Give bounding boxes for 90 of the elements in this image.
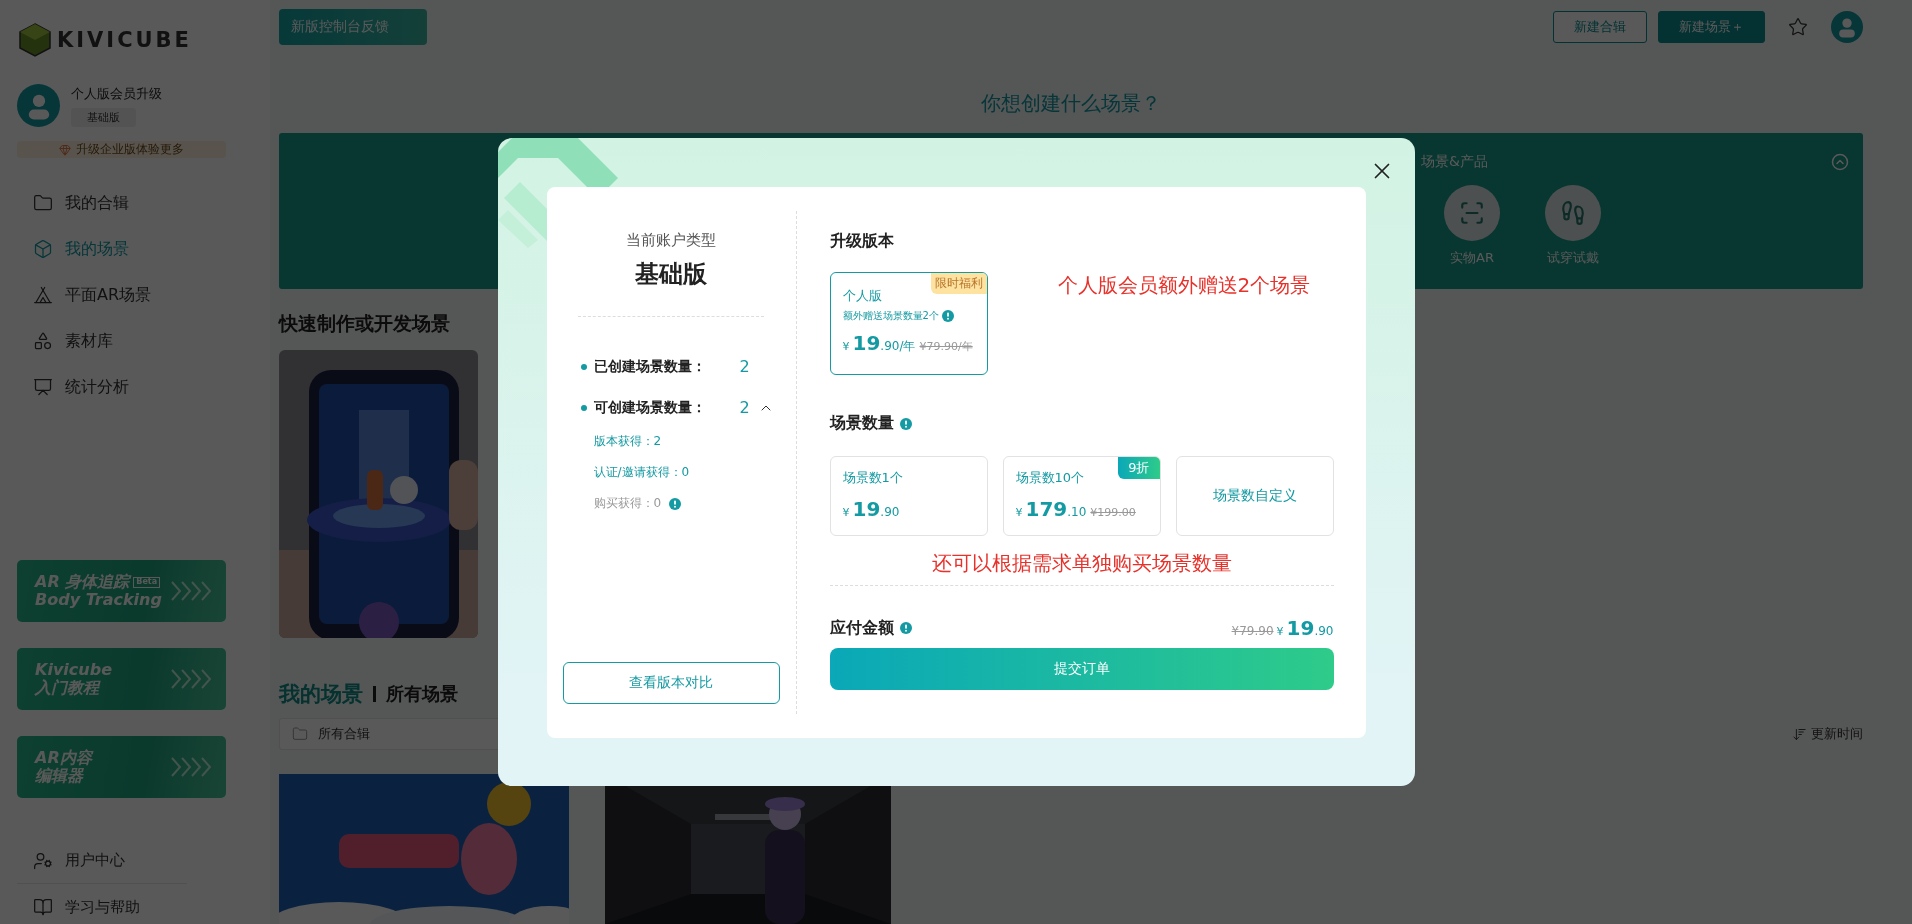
bullet-icon bbox=[580, 363, 587, 370]
footer-item[interactable]: 学习与帮助 bbox=[17, 884, 187, 924]
tab[interactable]: 所有场景 bbox=[386, 682, 458, 706]
section-heading: 你想创建什么场景？ bbox=[981, 90, 1161, 118]
shapes-icon bbox=[33, 331, 53, 351]
promo-subtitle: Body Tracking bbox=[35, 591, 162, 609]
info-icon bbox=[941, 310, 954, 322]
section-heading: 升级版本 bbox=[829, 231, 894, 252]
chart-icon bbox=[33, 377, 53, 397]
chevrons-icon bbox=[168, 579, 212, 603]
original-price: ¥79.90/年 bbox=[919, 339, 973, 354]
total-label: 应付金额 bbox=[829, 617, 894, 639]
footer-item[interactable]: 用户中心 bbox=[17, 838, 187, 884]
promo-badge: 限时福利 bbox=[930, 273, 987, 294]
sort-icon bbox=[1792, 726, 1807, 742]
quantity-option[interactable]: 场景数1个 ¥19.90 bbox=[829, 456, 988, 536]
option-label: 场景数1个 bbox=[842, 469, 904, 487]
quantity-option[interactable]: 9折 场景数10个 ¥179.10 ¥199.00 bbox=[1002, 456, 1161, 536]
current-plan: 基础版 bbox=[635, 259, 707, 290]
promo-subtitle: 编辑器 bbox=[35, 767, 85, 785]
chevrons-icon bbox=[168, 755, 212, 779]
profile-title: 个人版会员升级 bbox=[71, 84, 162, 103]
submit-button[interactable]: 提交订单 bbox=[829, 648, 1334, 690]
plan-price: ¥19.90/年 bbox=[842, 331, 916, 355]
upgrade-banner[interactable]: 升级企业版体验更多 bbox=[17, 141, 226, 158]
option-label: 场景数自定义 bbox=[1212, 487, 1297, 505]
bullet-icon bbox=[580, 404, 587, 411]
user-gear-icon bbox=[33, 850, 53, 871]
annotation-text: 个人版会员额外赠送2个场景 bbox=[1057, 272, 1311, 299]
promo-banner[interactable]: Kivicube 入门教程 bbox=[17, 648, 226, 710]
scene-type-label: 实物AR bbox=[1450, 249, 1494, 268]
top-button[interactable]: 新建合辑 bbox=[1553, 11, 1647, 44]
tab[interactable]: 我的场景 bbox=[279, 680, 363, 708]
option-price: ¥179.10 bbox=[1015, 497, 1087, 521]
nav-item[interactable]: 我的合辑 bbox=[17, 180, 270, 226]
gem-icon bbox=[59, 143, 71, 156]
nav-item[interactable]: 平面AR场景 bbox=[17, 272, 270, 318]
stat-detail: 版本获得：2 bbox=[593, 433, 662, 450]
plan-badge: 基础版 bbox=[71, 107, 136, 127]
promo-title: Kivicube bbox=[35, 661, 112, 679]
top-button[interactable]: 新建场景＋ bbox=[1658, 11, 1765, 44]
option-price: ¥19.90 bbox=[842, 497, 900, 521]
scene-type-label: 试穿试戴 bbox=[1547, 249, 1599, 268]
discount-badge: 9折 bbox=[1118, 457, 1160, 479]
section-title: 快速制作或开发场景 bbox=[279, 311, 450, 337]
plan-card[interactable]: 限时福利 个人版 额外赠送场景数量2个 ¥19.90/年 ¥79.90/年 bbox=[829, 272, 988, 375]
logo-text: KIVICUBE bbox=[57, 28, 192, 52]
annotation-text: 还可以根据需求单独购买场景数量 bbox=[930, 550, 1233, 577]
quantity-option[interactable]: 场景数自定义 bbox=[1175, 456, 1334, 536]
book-icon bbox=[33, 897, 53, 917]
account-type-caption: 当前账户类型 bbox=[626, 231, 716, 250]
promo-subtitle: 入门教程 bbox=[35, 679, 102, 697]
cube-icon bbox=[33, 239, 53, 259]
info-icon bbox=[669, 497, 682, 510]
stat-label: 可创建场景数量： bbox=[593, 398, 707, 417]
stat-detail: 认证/邀请获得：0 bbox=[593, 464, 690, 481]
sort-button[interactable]: 更新时间 bbox=[1792, 725, 1863, 743]
stat-value: 2 bbox=[739, 357, 750, 376]
folder-icon bbox=[292, 726, 308, 742]
nav-item[interactable]: 我的场景 bbox=[17, 226, 270, 272]
plan-note: 额外赠送场景数量2个 bbox=[842, 309, 939, 323]
stat-detail: 购买获得：0 bbox=[593, 495, 662, 512]
cube-logo-icon bbox=[17, 22, 53, 58]
promo-banner[interactable]: AR内容 编辑器 bbox=[17, 736, 226, 798]
original-price: ¥79.90 bbox=[1231, 624, 1274, 638]
avatar-icon[interactable] bbox=[1831, 11, 1863, 44]
footprints-icon bbox=[1560, 200, 1586, 227]
chevrons-icon bbox=[168, 667, 212, 691]
stat-label: 已创建场景数量： bbox=[593, 357, 707, 376]
compare-button[interactable]: 查看版本对比 bbox=[562, 662, 780, 704]
plan-name: 个人版 bbox=[842, 287, 883, 305]
collapse-icon[interactable] bbox=[1831, 153, 1849, 172]
tent-icon bbox=[33, 285, 53, 305]
promo-title: AR 身体追踪 bbox=[35, 573, 130, 591]
info-icon bbox=[899, 417, 912, 430]
star-icon[interactable] bbox=[1788, 17, 1808, 38]
scan-icon bbox=[1459, 200, 1485, 227]
avatar-icon bbox=[17, 84, 60, 127]
folder-icon bbox=[33, 193, 53, 213]
total-price: ¥19.90 bbox=[1276, 616, 1334, 640]
panel-title: 场景&产品 bbox=[1421, 153, 1488, 172]
nav-item[interactable]: 统计分析 bbox=[17, 364, 270, 410]
original-price: ¥199.00 bbox=[1090, 506, 1136, 519]
feedback-button[interactable]: 新版控制台反馈 bbox=[279, 9, 427, 46]
nav-item[interactable]: 素材库 bbox=[17, 318, 270, 364]
stat-value: 2 bbox=[739, 398, 750, 417]
option-label: 场景数10个 bbox=[1015, 469, 1086, 487]
info-icon bbox=[899, 622, 912, 634]
section-heading: 场景数量 bbox=[829, 413, 894, 434]
promo-title: AR内容 bbox=[35, 749, 92, 767]
